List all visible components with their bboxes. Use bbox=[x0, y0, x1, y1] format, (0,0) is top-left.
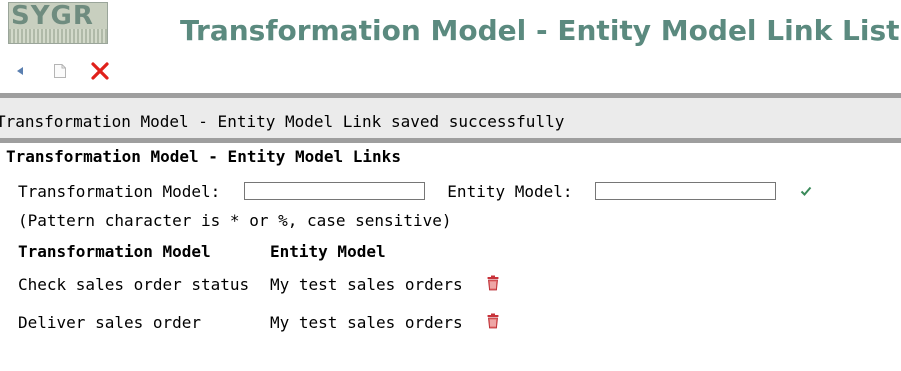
entity-model-filter-input[interactable] bbox=[594, 182, 776, 200]
entity-model-filter-label: Entity Model: bbox=[447, 181, 573, 201]
new-document-icon bbox=[54, 64, 66, 78]
back-button[interactable] bbox=[8, 59, 32, 83]
column-header-entity-model: Entity Model bbox=[270, 242, 386, 261]
toolbar bbox=[8, 58, 128, 84]
close-button[interactable] bbox=[88, 59, 112, 83]
delete-trash-icon[interactable] bbox=[486, 275, 500, 291]
transformation-model-filter-input[interactable] bbox=[244, 182, 426, 200]
transformation-model-filter-label: Transformation Model: bbox=[18, 181, 221, 201]
status-message-bar: Transformation Model - Entity Model Link… bbox=[0, 93, 901, 143]
pattern-hint: (Pattern character is * or %, case sensi… bbox=[18, 211, 452, 230]
header: SYGR Transformation Model - Entity Model… bbox=[0, 0, 901, 90]
logo-text: SYGR bbox=[11, 2, 94, 31]
row-entity-model[interactable]: My test sales orders bbox=[270, 275, 463, 294]
back-arrow-icon bbox=[17, 67, 23, 75]
delete-trash-icon[interactable] bbox=[486, 313, 500, 329]
status-message: Transformation Model - Entity Model Link… bbox=[0, 112, 565, 131]
row-entity-model[interactable]: My test sales orders bbox=[270, 313, 463, 332]
row-transformation-model[interactable]: Check sales order status bbox=[18, 275, 249, 294]
page-title: Transformation Model - Entity Model Link… bbox=[180, 14, 900, 47]
new-button[interactable] bbox=[48, 59, 72, 83]
logo-pattern bbox=[9, 29, 107, 43]
checkmark-icon bbox=[800, 186, 811, 196]
sygr-logo: SYGR bbox=[8, 2, 108, 44]
close-x-icon bbox=[91, 62, 109, 80]
column-header-transformation-model: Transformation Model bbox=[18, 242, 211, 261]
row-transformation-model[interactable]: Deliver sales order bbox=[18, 313, 201, 332]
apply-filter-button[interactable] bbox=[800, 185, 812, 197]
filter-row: Transformation Model: Entity Model: bbox=[18, 180, 812, 202]
section-title: Transformation Model - Entity Model Link… bbox=[6, 147, 401, 166]
